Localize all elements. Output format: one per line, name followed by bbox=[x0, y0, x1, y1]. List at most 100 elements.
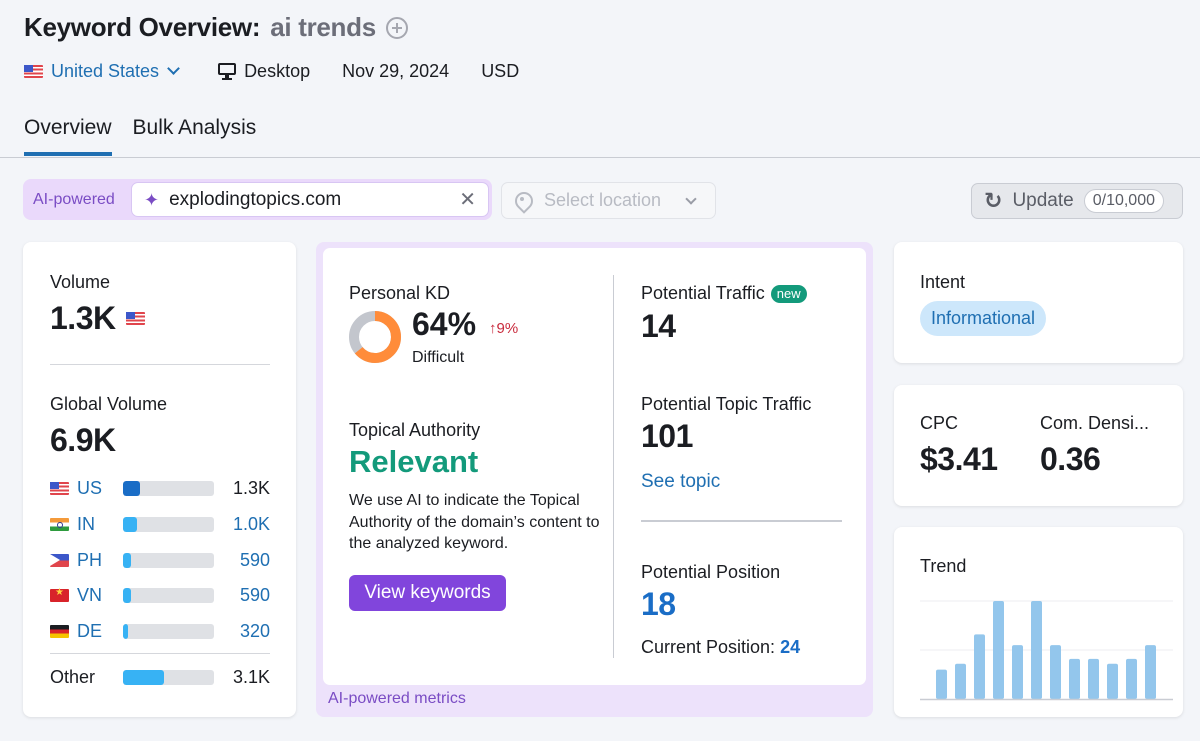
global-volume-value: 6.9K bbox=[50, 422, 116, 458]
potential-topic-traffic-value: 101 bbox=[641, 418, 693, 454]
device-label: Desktop bbox=[244, 60, 311, 81]
country-code[interactable]: DE bbox=[77, 621, 123, 642]
ai-metrics-panel: Personal KD 64% ↑9% Difficult Topical Au… bbox=[316, 242, 873, 717]
competitive-density-label: Com. Densi... bbox=[1040, 413, 1150, 433]
country-code[interactable]: US bbox=[77, 478, 123, 499]
volume-bar bbox=[123, 623, 214, 639]
volume-bar bbox=[123, 552, 214, 568]
update-button[interactable]: ↻ Update 0/10,000 bbox=[971, 183, 1183, 219]
trend-bar[interactable] bbox=[1107, 663, 1118, 699]
trend-chart bbox=[920, 600, 1173, 701]
tabs: Overview Bulk Analysis bbox=[24, 116, 277, 156]
volume-bar-fill bbox=[123, 669, 164, 685]
country-selector[interactable]: United States bbox=[51, 61, 159, 82]
volume-value: 1.3K bbox=[50, 300, 116, 336]
us-flag-icon bbox=[125, 312, 145, 325]
update-quota-badge: 0/10,000 bbox=[1083, 189, 1164, 213]
location-placeholder: Select location bbox=[544, 190, 662, 210]
country-row-us: US 1.3K bbox=[50, 476, 270, 500]
ai-metrics-footer: AI-powered metrics bbox=[328, 690, 466, 707]
date-label: Nov 29, 2024 bbox=[342, 60, 450, 81]
domain-input[interactable]: ✦ explodingtopics.com ✕ bbox=[131, 182, 489, 217]
cpc-label: CPC bbox=[920, 413, 959, 433]
potential-position-label: Potential Position bbox=[641, 562, 781, 582]
other-label: Other bbox=[50, 666, 96, 687]
chevron-down-icon bbox=[685, 193, 697, 205]
intent-label: Intent bbox=[920, 272, 966, 292]
potential-traffic-label-row: Potential Traffic new bbox=[641, 283, 807, 304]
potential-traffic-value: 14 bbox=[641, 308, 676, 344]
intent-badge: Informational bbox=[920, 301, 1047, 336]
volume-bar-fill bbox=[123, 516, 137, 532]
divider bbox=[50, 364, 270, 365]
trend-bar[interactable] bbox=[1012, 645, 1023, 699]
topical-authority-description: We use AI to indicate the Topical Author… bbox=[349, 492, 600, 552]
location-pin-icon bbox=[514, 192, 530, 210]
trend-bar[interactable] bbox=[993, 601, 1004, 699]
domain-value[interactable]: explodingtopics.com bbox=[169, 189, 341, 211]
divider bbox=[50, 653, 270, 654]
country-value[interactable]: 590 bbox=[240, 550, 270, 571]
volume-value-row: 1.3K bbox=[50, 300, 145, 337]
tab-overview[interactable]: Overview bbox=[24, 116, 112, 156]
trend-bar[interactable] bbox=[936, 669, 947, 699]
other-value: 3.1K bbox=[232, 666, 270, 687]
country-row-in: IN 1.0K bbox=[50, 512, 270, 536]
new-badge: new bbox=[770, 284, 807, 303]
divider bbox=[641, 520, 842, 522]
india-flag-icon bbox=[50, 517, 69, 531]
meta-row: United States Desktop Nov 29, 2024 USD bbox=[24, 58, 519, 84]
page-title: Keyword Overview: ai trends bbox=[24, 12, 408, 43]
trend-bar[interactable] bbox=[1069, 658, 1080, 699]
topical-authority-value: Relevant bbox=[349, 444, 479, 479]
volume-bar bbox=[123, 516, 214, 532]
sparkle-icon: ✦ bbox=[144, 189, 160, 210]
volume-bar-fill bbox=[123, 552, 132, 568]
vietnam-flag-icon bbox=[50, 587, 69, 602]
country-row-vn: VN 590 bbox=[50, 583, 270, 607]
kd-level: Difficult bbox=[412, 349, 465, 366]
volume-bar-fill bbox=[123, 587, 132, 603]
trend-bar[interactable] bbox=[974, 634, 985, 699]
volume-bar bbox=[123, 480, 214, 496]
trend-bar[interactable] bbox=[1031, 601, 1042, 699]
philippines-flag-icon bbox=[50, 553, 69, 567]
country-value: 1.3K bbox=[232, 477, 270, 498]
volume-label: Volume bbox=[50, 272, 111, 292]
country-row-other: Other 3.1K bbox=[50, 665, 270, 689]
volume-bar bbox=[123, 587, 214, 603]
trend-bar[interactable] bbox=[1126, 658, 1137, 699]
ai-domain-box: AI-powered ✦ explodingtopics.com ✕ bbox=[23, 179, 492, 220]
country-row-de: DE 320 bbox=[50, 619, 270, 643]
keyword: ai trends bbox=[270, 12, 376, 42]
volume-bar-fill bbox=[123, 480, 141, 496]
current-position-value: 24 bbox=[780, 637, 801, 657]
country-code[interactable]: PH bbox=[77, 550, 123, 571]
add-to-list-icon[interactable] bbox=[385, 16, 408, 39]
tab-bulk-analysis[interactable]: Bulk Analysis bbox=[133, 116, 257, 156]
ai-metrics-card: Personal KD 64% ↑9% Difficult Topical Au… bbox=[323, 248, 866, 685]
potential-position-value: 18 bbox=[641, 586, 676, 622]
cpc-card: CPC $3.41 Com. Densi... 0.36 bbox=[894, 385, 1183, 506]
trend-bar[interactable] bbox=[1145, 645, 1156, 699]
view-keywords-button[interactable]: View keywords bbox=[349, 575, 506, 611]
trend-bar[interactable] bbox=[955, 663, 966, 699]
trend-bar[interactable] bbox=[1050, 645, 1061, 699]
country-value[interactable]: 320 bbox=[240, 621, 270, 642]
kd-value: 64% bbox=[412, 306, 477, 342]
trend-bar[interactable] bbox=[1088, 658, 1099, 699]
current-position-label: Current Position: bbox=[641, 637, 776, 657]
country-code[interactable]: IN bbox=[77, 514, 123, 535]
global-volume-label: Global Volume bbox=[50, 394, 168, 414]
country-value[interactable]: 1.0K bbox=[233, 514, 270, 535]
chevron-down-icon[interactable] bbox=[167, 62, 180, 75]
cpc-value: $3.41 bbox=[920, 441, 998, 477]
country-code[interactable]: VN bbox=[77, 585, 123, 606]
us-flag-icon bbox=[50, 481, 69, 495]
location-select[interactable]: Select location bbox=[501, 182, 716, 219]
country-row-ph: PH 590 bbox=[50, 548, 270, 572]
country-value[interactable]: 590 bbox=[240, 585, 270, 606]
close-icon[interactable]: ✕ bbox=[459, 190, 476, 210]
see-topic-link[interactable]: See topic bbox=[641, 471, 720, 493]
us-flag-icon bbox=[24, 64, 43, 78]
